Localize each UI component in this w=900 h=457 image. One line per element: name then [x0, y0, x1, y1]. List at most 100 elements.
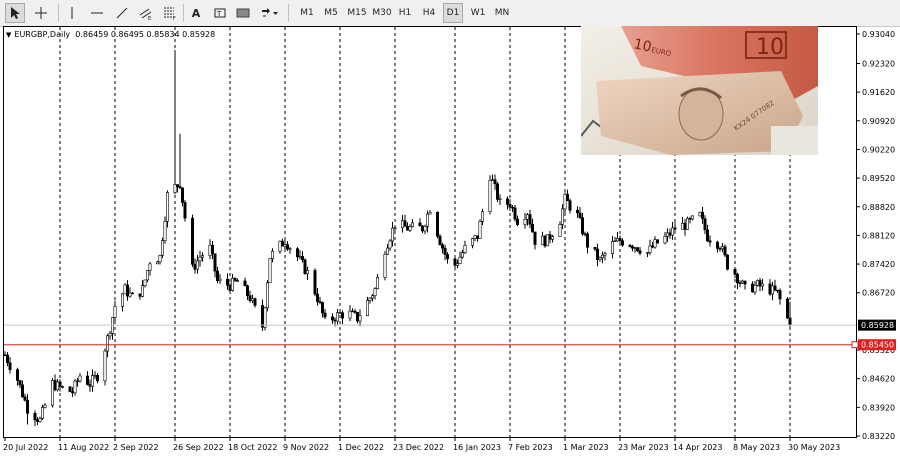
- candle-body: [218, 278, 222, 281]
- candle-body: [201, 255, 205, 258]
- candle-body: [355, 311, 359, 322]
- candle-body: [633, 247, 637, 249]
- candle-body: [705, 229, 709, 242]
- time-axis-label: 2 Sep 2022: [113, 443, 159, 452]
- candle-body: [478, 221, 482, 240]
- price-axis-label: 0.83920: [862, 403, 895, 412]
- timeframe-button-h1[interactable]: H1: [395, 3, 415, 23]
- timeframe-button-m5[interactable]: M5: [320, 3, 342, 23]
- timeframe-button-h4[interactable]: H4: [418, 3, 440, 23]
- banknotes-photo: 10 EURO 10 KX24 077082: [581, 26, 818, 155]
- candle-body: [560, 208, 564, 225]
- candle: [543, 234, 547, 248]
- candle-body: [228, 284, 232, 291]
- candle-body: [443, 247, 447, 255]
- candle-body: [143, 279, 147, 286]
- candle-body: [388, 240, 392, 249]
- candle-body: [410, 222, 414, 227]
- candle-body: [493, 179, 497, 185]
- candle-body: [630, 246, 634, 249]
- candle-body: [268, 258, 272, 284]
- candle-body: [778, 290, 782, 300]
- text-label-tool-button[interactable]: T: [210, 3, 230, 23]
- candle-body: [593, 246, 597, 250]
- candle-body: [460, 252, 464, 258]
- timeframe-button-m15[interactable]: M15: [344, 3, 370, 23]
- candle-body: [470, 238, 474, 246]
- candle: [725, 254, 729, 271]
- candle-body: [475, 235, 479, 240]
- time-axis-label: 1 Mar 2023: [563, 443, 609, 452]
- candle: [495, 181, 499, 202]
- candle-body: [615, 238, 619, 242]
- candle-body: [488, 180, 492, 213]
- candle-body: [505, 198, 509, 205]
- candle-body: [418, 222, 422, 227]
- cursor-tool-button[interactable]: [5, 3, 25, 23]
- fibonacci-tool-button[interactable]: F: [160, 3, 180, 23]
- horizontal-line-tool-button[interactable]: [87, 3, 107, 23]
- candle-body: [575, 209, 579, 214]
- candle-body: [236, 280, 240, 282]
- candle-body: [618, 238, 622, 241]
- vertical-line-icon: [71, 7, 73, 19]
- crosshair-tool-button[interactable]: [30, 3, 52, 23]
- symbol-info: ▼ EURGBP,Daily 0.86459 0.86495 0.85834 0.…: [6, 30, 215, 39]
- candle-body: [181, 187, 185, 203]
- candle-body: [176, 184, 180, 187]
- trendline-tool-button[interactable]: [112, 3, 132, 23]
- price-axis-label: 0.86720: [862, 289, 895, 298]
- candle-body: [725, 254, 729, 270]
- price-chart[interactable]: 0.93040 0.92320 0.91620 0.90920 0.90220 0.895…: [0, 26, 900, 457]
- candle-body: [510, 206, 514, 209]
- candle-body: [788, 317, 792, 326]
- collapse-triangle-icon[interactable]: ▼: [6, 31, 11, 39]
- timeframe-button-m1[interactable]: M1: [295, 3, 319, 23]
- candle-body: [108, 333, 112, 337]
- horizontal-line-handle[interactable]: [851, 341, 859, 349]
- candle-body: [558, 224, 562, 237]
- candle-body: [163, 221, 167, 242]
- candle-body: [138, 293, 142, 297]
- timeframe-button-w1[interactable]: W1: [467, 3, 489, 23]
- candle-body: [141, 285, 145, 297]
- candle-body: [598, 257, 602, 260]
- candle-body: [750, 283, 754, 293]
- price-axis-label: 0.88120: [862, 231, 895, 240]
- candle-body: [670, 227, 674, 236]
- current-price-label: 0.85928: [861, 321, 894, 330]
- candle-body: [50, 380, 54, 406]
- candle-body: [698, 212, 702, 217]
- candle-body: [278, 240, 282, 252]
- candle-body: [76, 380, 80, 383]
- candle-body: [708, 240, 712, 243]
- vertical-line-tool-button[interactable]: [62, 3, 82, 23]
- candle-body: [131, 292, 135, 295]
- candle: [103, 348, 107, 386]
- candle-body: [78, 375, 82, 382]
- candle-body: [86, 375, 90, 385]
- symbol-name: EURGBP,Daily: [14, 30, 71, 39]
- timeframe-button-d1[interactable]: D1: [443, 3, 463, 23]
- candle-body: [548, 234, 552, 240]
- candle: [785, 297, 789, 319]
- candle-body: [93, 375, 97, 377]
- rectangle-tool-button[interactable]: [233, 3, 253, 23]
- timeframe-button-mn[interactable]: MN: [490, 3, 514, 23]
- candle-body: [473, 235, 477, 239]
- candle-body: [20, 384, 24, 398]
- candle-body: [243, 280, 247, 287]
- candle-body: [445, 254, 449, 260]
- time-axis-label: 11 Aug 2022: [58, 443, 109, 452]
- candle: [685, 216, 689, 230]
- candle-body: [253, 298, 257, 306]
- text-tool-button[interactable]: A: [186, 3, 206, 23]
- arrows-tool-dropdown[interactable]: [258, 3, 282, 23]
- candle-body: [463, 244, 467, 253]
- timeframe-button-m30[interactable]: M30: [369, 3, 395, 23]
- candle-body: [528, 214, 532, 225]
- channel-tool-button[interactable]: E: [136, 3, 156, 23]
- candle-body: [231, 278, 235, 291]
- candle-body: [638, 250, 642, 254]
- candle-body: [743, 280, 747, 285]
